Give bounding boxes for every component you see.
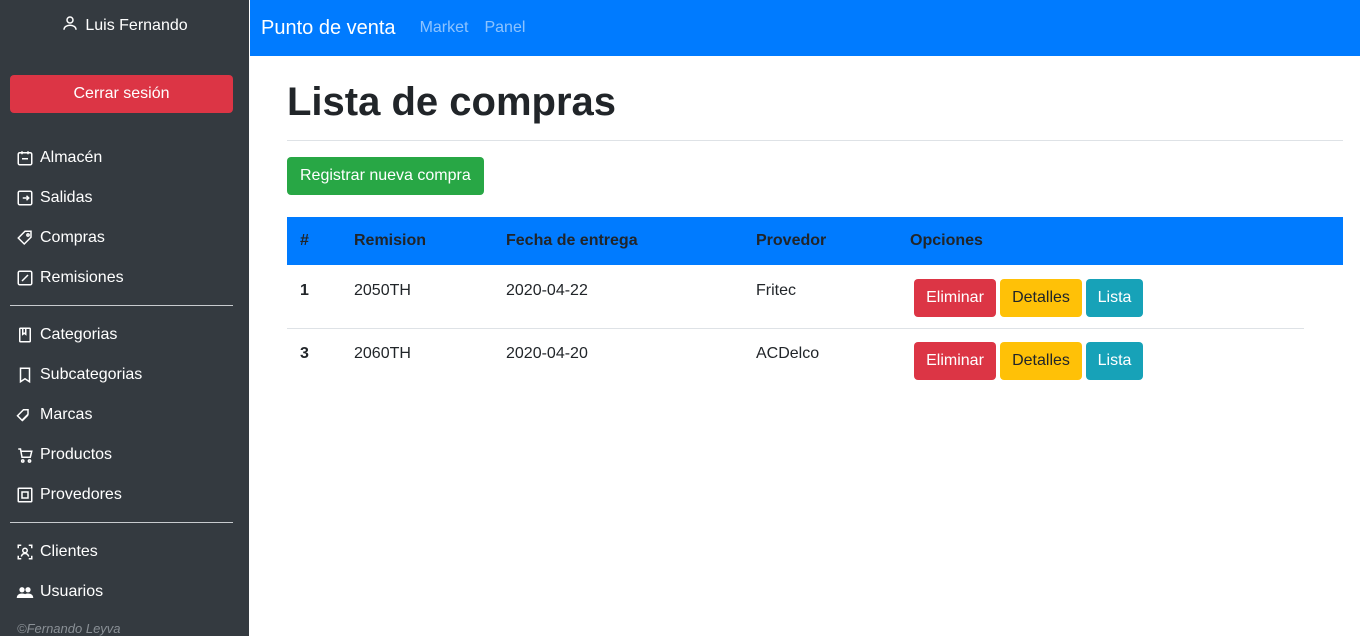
table-row: 3 2060TH 2020-04-20 ACDelco Eliminar Det… xyxy=(287,329,1304,392)
sidebar-item-label: Compras xyxy=(40,229,105,246)
delete-button[interactable]: Eliminar xyxy=(914,279,996,317)
sidebar-item-subcategorias[interactable]: Subcategorias xyxy=(16,363,142,387)
sidebar-item-label: Clientes xyxy=(40,543,98,560)
sidebar-item-label: Almacén xyxy=(40,149,103,166)
people-icon xyxy=(16,583,34,601)
delete-button[interactable]: Eliminar xyxy=(914,342,996,380)
exit-box-icon xyxy=(16,189,34,207)
sidebar-item-almacen[interactable]: Almacén xyxy=(16,146,102,170)
sidebar-item-label: Provedores xyxy=(40,486,122,503)
cell-number: 3 xyxy=(300,345,309,362)
nav-link-market[interactable]: Market xyxy=(420,19,469,37)
logout-button[interactable]: Cerrar sesión xyxy=(10,75,233,113)
column-header-fecha: Fecha de entrega xyxy=(506,232,638,249)
calendar-box-icon xyxy=(16,149,34,167)
sidebar-item-label: Marcas xyxy=(40,406,93,423)
details-button[interactable]: Detalles xyxy=(1000,342,1082,380)
tags-icon xyxy=(16,406,34,424)
table-row: 1 2050TH 2020-04-22 Fritec Eliminar Deta… xyxy=(287,266,1304,329)
table-header: # Remision Fecha de entrega Provedor Opc… xyxy=(287,217,1343,265)
sidebar-item-label: Subcategorias xyxy=(40,366,143,383)
sidebar-item-clientes[interactable]: Clientes xyxy=(16,540,98,564)
cell-fecha: 2020-04-20 xyxy=(506,345,588,362)
cell-remision: 2050TH xyxy=(354,282,411,299)
sidebar-item-compras[interactable]: Compras xyxy=(16,226,105,250)
cell-remision: 2060TH xyxy=(354,345,411,362)
cart-icon xyxy=(16,446,34,464)
top-navbar: Punto de venta Market Panel xyxy=(250,0,1360,56)
sidebar: Luis Fernando Cerrar sesión Almacén Sali… xyxy=(0,0,249,636)
sidebar-item-usuarios[interactable]: Usuarios xyxy=(16,580,103,604)
sidebar-item-label: Categorias xyxy=(40,326,118,343)
sidebar-item-remisiones[interactable]: Remisiones xyxy=(16,266,124,290)
edit-box-icon xyxy=(16,269,34,287)
main-content: Lista de compras Registrar nueva compra … xyxy=(250,56,1360,636)
column-header-opciones: Opciones xyxy=(910,232,983,249)
user-info: Luis Fernando xyxy=(0,14,249,37)
nav-link-panel[interactable]: Panel xyxy=(484,19,525,37)
tag-icon xyxy=(16,229,34,247)
cell-provedor: ACDelco xyxy=(756,345,820,362)
cell-provedor: Fritec xyxy=(756,282,796,299)
sidebar-item-label: Usuarios xyxy=(40,583,104,600)
user-icon xyxy=(61,14,79,37)
vendor-box-icon xyxy=(16,486,34,504)
cell-fecha: 2020-04-22 xyxy=(506,282,588,299)
sidebar-divider xyxy=(10,305,233,306)
sidebar-item-label: Productos xyxy=(40,446,113,463)
title-divider xyxy=(287,140,1343,141)
column-header-remision: Remision xyxy=(354,232,427,249)
page-title: Lista de compras xyxy=(287,80,617,124)
sidebar-divider xyxy=(10,522,233,523)
details-button[interactable]: Detalles xyxy=(1000,279,1082,317)
list-button[interactable]: Lista xyxy=(1086,342,1143,380)
list-button[interactable]: Lista xyxy=(1086,279,1143,317)
user-name: Luis Fernando xyxy=(85,16,188,34)
bookmark-icon xyxy=(16,366,34,384)
sidebar-item-salidas[interactable]: Salidas xyxy=(16,186,92,210)
book-icon xyxy=(16,326,34,344)
column-header-number: # xyxy=(300,232,309,249)
sidebar-item-categorias[interactable]: Categorias xyxy=(16,323,117,347)
sidebar-item-productos[interactable]: Productos xyxy=(16,443,112,467)
column-header-provedor: Provedor xyxy=(756,232,827,249)
cell-number: 1 xyxy=(300,282,309,299)
sidebar-item-label: Remisiones xyxy=(40,269,124,286)
sidebar-item-provedores[interactable]: Provedores xyxy=(16,483,122,507)
person-frame-icon xyxy=(16,543,34,561)
new-purchase-button[interactable]: Registrar nueva compra xyxy=(287,157,484,195)
sidebar-footer: ©Fernando Leyva xyxy=(17,621,121,636)
navbar-brand[interactable]: Punto de venta xyxy=(261,17,396,40)
sidebar-item-label: Salidas xyxy=(40,189,93,206)
sidebar-item-marcas[interactable]: Marcas xyxy=(16,403,92,427)
